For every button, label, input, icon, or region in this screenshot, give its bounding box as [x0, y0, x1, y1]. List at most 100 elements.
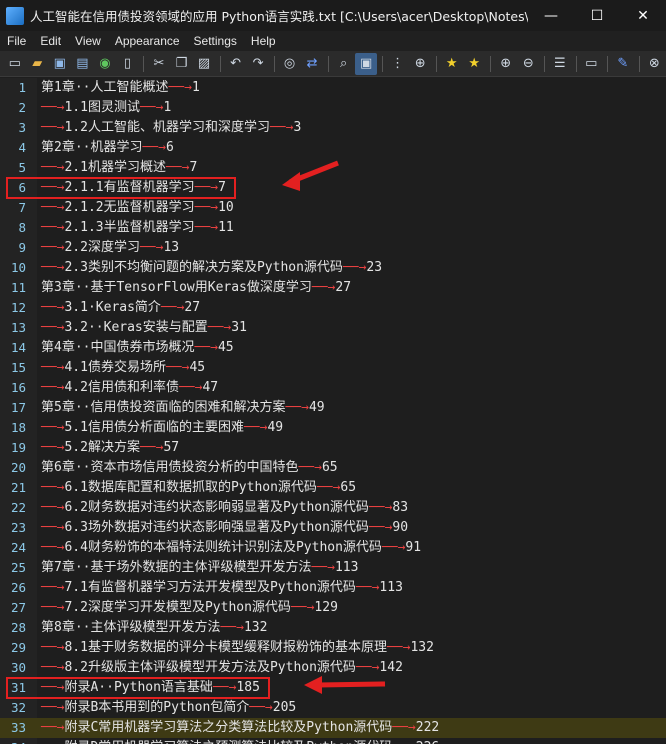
save-icon[interactable]: ▣: [49, 53, 71, 75]
replace-icon[interactable]: ⇄: [301, 53, 323, 75]
editor-line[interactable]: 26 ──→7.1有监督机器学习方法开发模型及Python源代码──→113: [0, 578, 666, 598]
editor-line[interactable]: 7 ──→2.1.2无监督机器学习──→10: [0, 198, 666, 218]
maximize-button[interactable]: ☐: [574, 0, 620, 31]
line-text: ──→4.2信用债和利率债──→47: [41, 378, 218, 398]
editor-line[interactable]: 24 ──→6.4财务粉饰的本福特法则统计识别法及Python源代码──→91: [0, 538, 666, 558]
cut-icon[interactable]: ✂: [148, 53, 170, 75]
goto-icon[interactable]: ▣: [355, 52, 377, 75]
menu-help[interactable]: Help: [244, 34, 283, 48]
tab-arrow: ──→: [139, 240, 164, 255]
paste-icon[interactable]: ▨: [193, 53, 215, 75]
editor-line[interactable]: 25 第7章··基于场外数据的主体评级模型开发方法──→113: [0, 558, 666, 578]
editor-line[interactable]: 10 ──→2.3类别不均衡问题的解决方案及Python源代码──→23: [0, 258, 666, 278]
editor-line[interactable]: 8 ──→2.1.3半监督机器学习──→11: [0, 218, 666, 238]
tab-arrow: ──→: [220, 620, 244, 635]
new-file-icon[interactable]: ▭: [4, 53, 26, 75]
line-number: 10: [10, 260, 26, 275]
tab-arrow: ──→: [392, 720, 416, 735]
editor-line[interactable]: 2 ──→1.1图灵测试──→1: [0, 98, 666, 118]
editor-line[interactable]: 15 ──→4.1债券交易场所──→45: [0, 358, 666, 378]
editor-line[interactable]: 5 ──→2.1机器学习概述──→7: [0, 158, 666, 178]
editor-line[interactable]: 33 ──→附录C常用机器学习算法之分类算法比较及Python源代码──→222: [0, 718, 666, 738]
menu-appearance[interactable]: Appearance: [108, 34, 187, 48]
wordwrap-icon[interactable]: ☰: [549, 53, 571, 75]
menu-file[interactable]: File: [0, 34, 33, 48]
line-text: ──→2.1.1有监督机器学习──→7: [41, 178, 226, 198]
browser-icon[interactable]: ◉: [94, 53, 116, 75]
heading-text: 5.2解决方案: [64, 440, 140, 455]
editor-line[interactable]: 29 ──→8.1基于财务数据的评分卡模型缓释财报粉饰的基本原理──→132: [0, 638, 666, 658]
tab-arrow: ──→: [160, 300, 185, 315]
editor-line[interactable]: 23 ──→6.3场外数据对违约状态影响强显著及Python源代码──→90: [0, 518, 666, 538]
editor-line[interactable]: 14 第4章··中国债券市场概况──→45: [0, 338, 666, 358]
zoom-out-icon[interactable]: ⊖: [518, 53, 540, 75]
redo-icon[interactable]: ↷: [247, 53, 269, 75]
save-all-icon[interactable]: ▤: [72, 53, 94, 75]
editor-line[interactable]: 4 第2章··机器学习──→6: [0, 138, 666, 158]
editor-line[interactable]: 34──→附录D常用机器学习算法之预测算法比较及Python源代码──→226: [0, 738, 666, 744]
line-number: 26: [10, 580, 26, 595]
close-window-button[interactable]: ✕: [620, 0, 666, 31]
toolbar-separator: [607, 55, 609, 72]
view-icon[interactable]: ▭: [581, 53, 603, 75]
tab-arrow: ──→: [168, 80, 192, 95]
menu-bar: File Edit View Appearance Settings Help: [0, 31, 666, 51]
find-files-icon[interactable]: ⌕: [333, 53, 355, 75]
editor-line[interactable]: 1 第1章··人工智能概述──→1: [0, 78, 666, 98]
heading-text: 1.1图灵测试: [64, 100, 140, 115]
zoom-in-icon[interactable]: ⊕: [495, 53, 517, 75]
editor-line[interactable]: 16 ──→4.2信用债和利率债──→47: [0, 378, 666, 398]
editor-line[interactable]: 22 ──→6.2财务数据对违约状态影响弱显著及Python源代码──→83: [0, 498, 666, 518]
tab-arrow: ──→: [142, 140, 166, 155]
tab-arrow: ──→: [194, 180, 219, 195]
copy-path-icon[interactable]: ▯: [117, 53, 139, 75]
editor-line[interactable]: 11 第3章··基于TensorFlow用Keras做深度学习──→27: [0, 278, 666, 298]
menu-edit[interactable]: Edit: [33, 34, 68, 48]
close-icon[interactable]: ⊗: [644, 53, 666, 75]
line-text: ──→1.1图灵测试──→1: [41, 98, 171, 118]
menu-view[interactable]: View: [68, 34, 108, 48]
editor-line[interactable]: 32 ──→附录B本书用到的Python包简介──→205: [0, 698, 666, 718]
open-folder-icon[interactable]: ▰: [27, 53, 49, 75]
bookmark-icon[interactable]: ⋮: [387, 53, 409, 75]
editor-line[interactable]: 28 第8章··主体评级模型开发方法──→132: [0, 618, 666, 638]
star-icon[interactable]: ★: [441, 53, 463, 75]
minimize-button[interactable]: —: [528, 0, 574, 31]
heading-text: 6.3场外数据对违约状态影响强显著及Python源代码: [64, 520, 369, 535]
editor-line[interactable]: 9 ──→2.2深度学习──→13: [0, 238, 666, 258]
pin-icon[interactable]: ✎: [612, 53, 634, 75]
star-next-icon[interactable]: ★: [463, 53, 485, 75]
editor-line[interactable]: 20 第6章··资本市场信用债投资分析的中国特色──→65: [0, 458, 666, 478]
editor-line[interactable]: 19 ──→5.2解决方案──→57: [0, 438, 666, 458]
tab-arrow: ──→: [41, 160, 65, 175]
line-text: ──→2.1机器学习概述──→7: [41, 158, 197, 178]
page-number: 1: [163, 100, 172, 115]
page-number: 65: [321, 460, 338, 475]
page-number: 45: [189, 360, 206, 375]
copy-icon[interactable]: ❐: [171, 53, 193, 75]
editor-line[interactable]: 21 ──→6.1数据库配置和数据抓取的Python源代码──→65: [0, 478, 666, 498]
editor-line[interactable]: 30 ──→8.2升级版主体评级模型开发方法及Python源代码──→142: [0, 658, 666, 678]
heading-text: 4.1债券交易场所: [64, 360, 166, 375]
editor-line[interactable]: 6 ──→2.1.1有监督机器学习──→7: [0, 178, 666, 198]
heading-text: 6.4财务粉饰的本福特法则统计识别法及Python源代码: [64, 540, 382, 555]
line-number: 23: [10, 520, 26, 535]
undo-icon[interactable]: ↶: [225, 53, 247, 75]
tab-arrow: ──→: [41, 380, 65, 395]
editor-line[interactable]: 18 ──→5.1信用债分析面临的主要困难──→49: [0, 418, 666, 438]
page-number: 31: [231, 320, 247, 335]
tab-arrow: ──→: [41, 180, 65, 195]
find-in-page-icon[interactable]: ⊕: [409, 53, 431, 75]
editor-line[interactable]: 31 ──→附录A··Python语言基础──→185: [0, 678, 666, 698]
editor-line[interactable]: 13 ──→3.2··Keras安装与配置──→31: [0, 318, 666, 338]
tab-arrow: ──→: [249, 700, 273, 715]
text-editor[interactable]: 1 第1章··人工智能概述──→1 2 ──→1.1图灵测试──→1 3 ──→1.2人工…: [0, 78, 666, 744]
find-icon[interactable]: ◎: [279, 53, 301, 75]
editor-line[interactable]: 27 ──→7.2深度学习开发模型及Python源代码──→129: [0, 598, 666, 618]
editor-line[interactable]: 17 第5章··信用债投资面临的困难和解决方案──→49: [0, 398, 666, 418]
editor-line[interactable]: 3 ──→1.2人工智能、机器学习和深度学习──→3: [0, 118, 666, 138]
editor-line[interactable]: 12 ──→3.1·Keras简介──→27: [0, 298, 666, 318]
menu-settings[interactable]: Settings: [187, 34, 244, 48]
heading-text: 第1章··人工智能概述: [41, 80, 169, 95]
heading-text: 第4章··中国债券市场概况: [41, 340, 195, 355]
